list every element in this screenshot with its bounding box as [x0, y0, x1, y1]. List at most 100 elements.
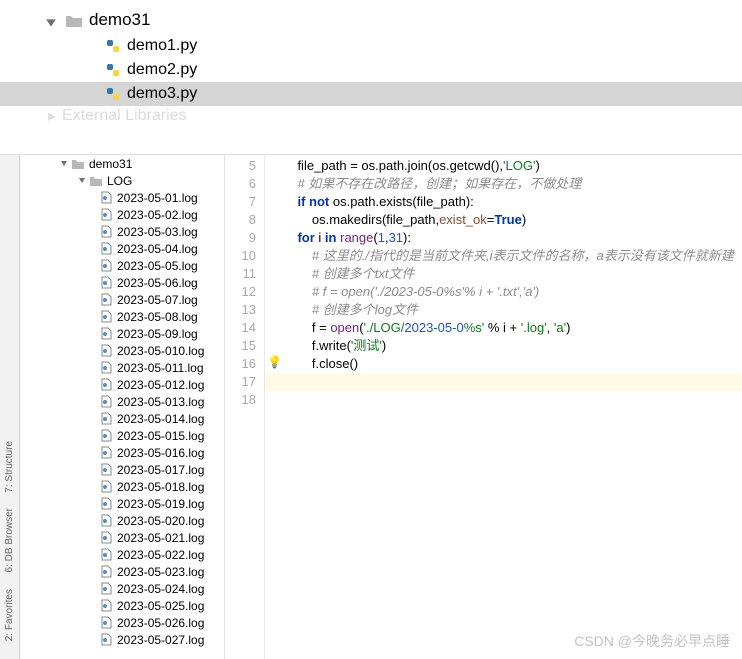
file-label: 2023-05-04.log: [117, 242, 198, 256]
tree-file[interactable]: 2023-05-010.log: [20, 342, 224, 359]
file-label: 2023-05-010.log: [117, 344, 204, 358]
tree-file[interactable]: 2023-05-013.log: [20, 393, 224, 410]
tree-file[interactable]: 2023-05-016.log: [20, 444, 224, 461]
tree-file[interactable]: 2023-05-012.log: [20, 376, 224, 393]
folder-icon: [71, 158, 85, 170]
tree-file[interactable]: 2023-05-014.log: [20, 410, 224, 427]
file-icon: [100, 429, 113, 442]
tree-file[interactable]: 2023-05-017.log: [20, 461, 224, 478]
file-icon: [100, 616, 113, 629]
python-file-icon: [105, 38, 121, 54]
file-label: 2023-05-014.log: [117, 412, 204, 426]
tree-file[interactable]: 2023-05-09.log: [20, 325, 224, 342]
file-icon: [100, 599, 113, 612]
file-label: 2023-05-027.log: [117, 633, 204, 647]
file-label: 2023-05-06.log: [117, 276, 198, 290]
tree-file[interactable]: 2023-05-026.log: [20, 614, 224, 631]
file-label: demo1.py: [127, 37, 197, 55]
file-label: 2023-05-019.log: [117, 497, 204, 511]
chevron-down-icon: [60, 157, 68, 171]
python-file-icon: [105, 62, 121, 78]
tree-file[interactable]: 2023-05-03.log: [20, 223, 224, 240]
project-file[interactable]: demo1.py: [0, 34, 742, 58]
folder-icon: [89, 175, 103, 187]
tree-file[interactable]: 2023-05-07.log: [20, 291, 224, 308]
file-label: 2023-05-018.log: [117, 480, 204, 494]
side-tab[interactable]: 2: Favorites: [4, 589, 15, 641]
file-icon: [100, 293, 113, 306]
tree-file[interactable]: 2023-05-015.log: [20, 427, 224, 444]
tree-file[interactable]: 2023-05-024.log: [20, 580, 224, 597]
file-label: 2023-05-016.log: [117, 446, 204, 460]
line-gutter: 56789101112131415161718: [225, 155, 265, 659]
tree-file[interactable]: 2023-05-019.log: [20, 495, 224, 512]
file-icon: [100, 412, 113, 425]
file-icon: [100, 327, 113, 340]
file-label: 2023-05-012.log: [117, 378, 204, 392]
file-label: demo2.py: [127, 61, 197, 79]
watermark: CSDN @今晚务必早点睡: [574, 631, 730, 651]
tree-file[interactable]: 2023-05-018.log: [20, 478, 224, 495]
tree-file[interactable]: 2023-05-025.log: [20, 597, 224, 614]
file-icon: [100, 531, 113, 544]
file-label: 2023-05-09.log: [117, 327, 198, 341]
tree-file[interactable]: 2023-05-022.log: [20, 546, 224, 563]
file-label: 2023-05-024.log: [117, 582, 204, 596]
tree-file[interactable]: 2023-05-021.log: [20, 529, 224, 546]
file-icon: [100, 378, 113, 391]
tree-file[interactable]: 2023-05-08.log: [20, 308, 224, 325]
tree-file[interactable]: 2023-05-020.log: [20, 512, 224, 529]
file-label: 2023-05-03.log: [117, 225, 198, 239]
tree-folder-log[interactable]: LOG: [20, 172, 224, 189]
file-label: 2023-05-05.log: [117, 259, 198, 273]
file-icon: [100, 446, 113, 459]
file-label: demo3.py: [127, 85, 197, 103]
file-icon: [100, 480, 113, 493]
external-libraries[interactable]: ▸ External Libraries: [0, 106, 742, 126]
tree-file[interactable]: 2023-05-01.log: [20, 189, 224, 206]
file-icon: [100, 463, 113, 476]
side-tab[interactable]: 6: DB Browser: [4, 508, 15, 572]
tree-file[interactable]: 2023-05-05.log: [20, 257, 224, 274]
tree-file[interactable]: 2023-05-027.log: [20, 631, 224, 648]
folder-label: demo31: [89, 10, 150, 30]
file-icon: [100, 225, 113, 238]
lower-panel: 7: Structure 6: DB Browser 2: Favorites de…: [0, 155, 742, 659]
python-file-icon: [105, 86, 121, 102]
file-label: 2023-05-01.log: [117, 191, 198, 205]
file-label: 2023-05-026.log: [117, 616, 204, 630]
file-icon: [100, 191, 113, 204]
file-icon: [100, 497, 113, 510]
side-tab[interactable]: 7: Structure: [4, 441, 15, 493]
file-icon: [100, 344, 113, 357]
code-text[interactable]: file_path = os.path.join(os.getcwd(),'LO…: [265, 155, 742, 659]
project-tree-top: demo31 demo1.py demo2.py demo3.py ▸ Extern…: [0, 0, 742, 155]
file-label: 2023-05-08.log: [117, 310, 198, 324]
file-icon: [100, 361, 113, 374]
file-label: 2023-05-023.log: [117, 565, 204, 579]
chevron-down-icon: [78, 174, 86, 188]
tree-file[interactable]: 2023-05-023.log: [20, 563, 224, 580]
project-file[interactable]: demo2.py: [0, 58, 742, 82]
project-folder[interactable]: demo31: [0, 8, 742, 34]
file-icon: [100, 310, 113, 323]
tree-file[interactable]: 2023-05-02.log: [20, 206, 224, 223]
tree-file[interactable]: 2023-05-011.log: [20, 359, 224, 376]
folder-icon: [65, 13, 83, 28]
side-tabs: 7: Structure 6: DB Browser 2: Favorites: [0, 155, 20, 659]
lightbulb-icon[interactable]: 💡: [267, 355, 282, 369]
file-label: 2023-05-022.log: [117, 548, 204, 562]
file-label: 2023-05-02.log: [117, 208, 198, 222]
chevron-down-icon: [45, 14, 57, 26]
file-label: 2023-05-015.log: [117, 429, 204, 443]
file-label: 2023-05-021.log: [117, 531, 204, 545]
project-file[interactable]: demo3.py: [0, 82, 742, 106]
code-editor[interactable]: 56789101112131415161718 file_path = os.p…: [225, 155, 742, 659]
project-tree-left[interactable]: demo31 LOG 2023-05-01.log 2023-05-02.log 2…: [20, 155, 225, 659]
tree-file[interactable]: 2023-05-06.log: [20, 274, 224, 291]
tree-file[interactable]: 2023-05-04.log: [20, 240, 224, 257]
file-icon: [100, 582, 113, 595]
tree-folder-root[interactable]: demo31: [20, 155, 224, 172]
file-label: 2023-05-017.log: [117, 463, 204, 477]
file-icon: [100, 395, 113, 408]
